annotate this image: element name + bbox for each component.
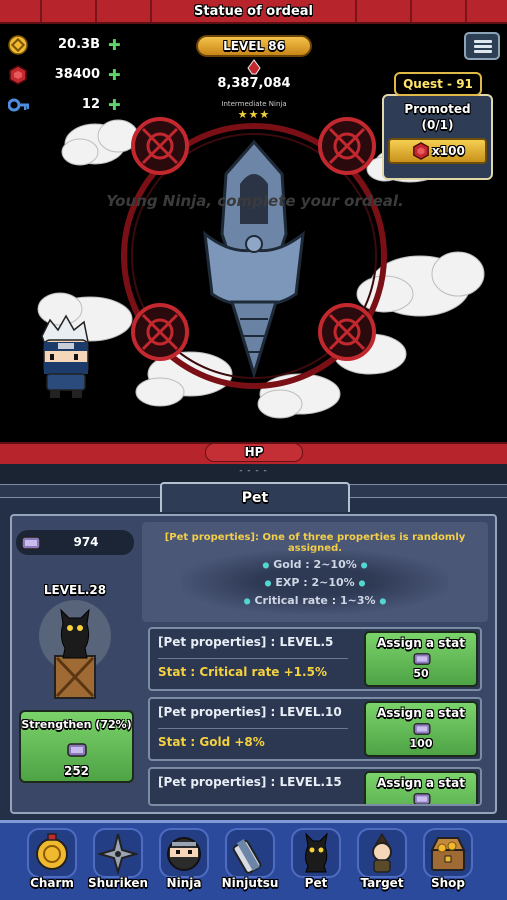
ninja-icon <box>167 837 201 871</box>
nav-target[interactable]: Target <box>352 826 412 896</box>
nav-label: Ninjutsu <box>221 876 279 890</box>
gold-value: 20.3B <box>58 37 100 52</box>
quest-body: Promoted (0/1) x100 <box>382 94 493 180</box>
player-rank: Intermediate Ninja <box>221 100 287 108</box>
scroll-icon <box>232 839 262 874</box>
resource-gems: 38400 ✚ <box>8 64 128 88</box>
power-icon <box>247 59 261 75</box>
gem-value: 38400 <box>54 67 100 82</box>
quest-reward-amount: x100 <box>432 144 465 158</box>
chest-icon <box>430 837 466 871</box>
pet-food-icon <box>413 793 431 804</box>
statue-of-ordeal[interactable] <box>203 139 305 380</box>
assign-stat-button[interactable]: Assign a stat <box>364 771 478 804</box>
red-gem-icon <box>9 65 27 85</box>
shuriken-icon <box>98 833 138 874</box>
pet-food-icon <box>67 743 87 757</box>
black-cat-pet-icon <box>54 608 96 699</box>
assign-stat-label: Assign a stat <box>377 706 465 720</box>
pet-food-icon <box>21 536 41 550</box>
pet-food-icon <box>413 723 431 735</box>
nav-label: Pet <box>304 876 328 890</box>
strengthen-label: Strengthen (72%) <box>21 718 132 731</box>
rune-node-icon[interactable] <box>131 303 189 361</box>
rune-node-icon[interactable] <box>318 303 376 361</box>
property-row: [Pet properties] : LEVEL.10 Stat : Gold … <box>148 697 482 761</box>
pet-properties-info: [Pet properties]: One of three propertie… <box>142 522 488 622</box>
ninja-character <box>41 314 89 398</box>
property-title: [Pet properties] : LEVEL.15 <box>158 775 342 789</box>
nav-shuriken[interactable]: Shuriken <box>88 826 148 896</box>
red-gem-icon <box>413 142 429 160</box>
player-level-badge: LEVEL 86 <box>196 35 312 57</box>
quest-label: Quest - 91 <box>394 72 482 96</box>
assign-stat-cost: 50 <box>413 667 429 680</box>
quest-reward-button[interactable]: x100 <box>388 138 487 164</box>
rank-stars: ★★★ <box>237 108 271 121</box>
nav-ninjutsu[interactable]: Ninjutsu <box>220 826 280 896</box>
add-gold-button[interactable]: ✚ <box>108 38 121 53</box>
pet-food-count: 974 <box>73 535 99 549</box>
nav-pet[interactable]: Pet <box>286 826 346 896</box>
chance-critical: ● Critical rate : 1~3% ● <box>243 594 387 607</box>
pet-food-icon <box>413 653 431 665</box>
add-gems-button[interactable]: ✚ <box>108 68 121 83</box>
strengthen-cost: 252 <box>63 764 90 778</box>
quest-card[interactable]: Promoted (0/1) x100 Quest - 91 <box>382 72 493 182</box>
quest-name: Promoted <box>404 102 471 116</box>
nav-label: Shop <box>430 876 466 890</box>
property-row: [Pet properties] : LEVEL.15 Assign a sta… <box>148 767 482 806</box>
property-title: [Pet properties] : LEVEL.5 <box>158 635 334 649</box>
chance-gold: ● Gold : 2~10% ● <box>262 558 368 571</box>
target-icon <box>372 832 392 873</box>
property-chances: ● Gold : 2~10% ● ● EXP : 2~10% ● ● Criti… <box>182 550 448 614</box>
nav-shop[interactable]: Shop <box>418 826 478 896</box>
nav-label: Shuriken <box>87 876 149 890</box>
title-bar: Statue of ordeal <box>0 0 507 24</box>
chance-exp: ● EXP : 2~10% ● <box>264 576 366 589</box>
pet-food-counter: 974 <box>16 530 134 555</box>
property-stat: Stat : Critical rate +1.5% <box>158 665 327 679</box>
gold-coin-icon <box>8 35 28 55</box>
key-icon <box>8 98 29 112</box>
nav-label: Charm <box>30 876 74 890</box>
rune-node-icon[interactable] <box>131 117 189 175</box>
cat-icon <box>305 832 328 873</box>
charm-icon <box>36 833 68 870</box>
nav-label: Target <box>360 876 404 890</box>
hp-label: HP <box>205 443 303 462</box>
pet-level: LEVEL.28 <box>43 583 107 597</box>
resource-gold: 20.3B ✚ <box>8 34 128 58</box>
key-value: 12 <box>81 97 100 112</box>
assign-stat-button[interactable]: Assign a stat 100 <box>364 701 478 757</box>
property-title: [Pet properties] : LEVEL.10 <box>158 705 342 719</box>
strengthen-button[interactable]: Strengthen (72%) 252 <box>19 710 134 783</box>
property-row: [Pet properties] : LEVEL.5 Stat : Critic… <box>148 627 482 691</box>
quest-progress: (0/1) <box>421 118 454 132</box>
property-stat: Stat : Gold +8% <box>158 735 265 749</box>
tab-pet[interactable]: Pet <box>160 482 350 512</box>
assign-stat-button[interactable]: Assign a stat 50 <box>364 631 478 687</box>
nav-charm[interactable]: Charm <box>22 826 82 896</box>
nav-label: Ninja <box>166 876 202 890</box>
assign-stat-label: Assign a stat <box>377 776 465 790</box>
hp-value: - - - - <box>239 466 268 476</box>
combat-power: 8,387,084 <box>217 76 291 91</box>
rune-node-icon[interactable] <box>318 117 376 175</box>
assign-stat-label: Assign a stat <box>377 636 465 650</box>
scene-message: Young Ninja, complete your ordeal. <box>106 192 404 210</box>
assign-stat-cost: 100 <box>409 737 433 750</box>
resource-keys: 12 ✚ <box>8 94 128 118</box>
menu-button[interactable] <box>464 32 500 60</box>
battle-scene[interactable]: 20.3B ✚ 38400 ✚ 12 ✚ LEVEL 86 8,387,084 … <box>0 24 507 442</box>
page-title: Statue of ordeal <box>194 4 313 19</box>
nav-ninja[interactable]: Ninja <box>154 826 214 896</box>
add-keys-button[interactable]: ✚ <box>108 98 121 113</box>
